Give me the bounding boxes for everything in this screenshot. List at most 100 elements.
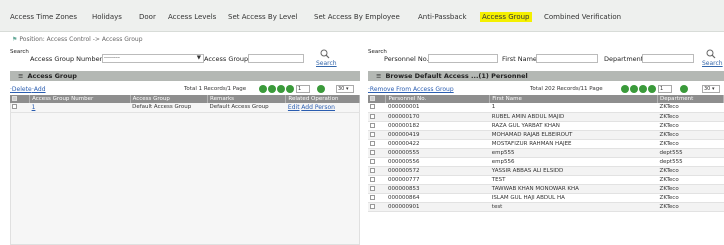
- col-header[interactable]: Department: [657, 95, 724, 103]
- col-header[interactable]: Access Group Number: [29, 95, 131, 103]
- col-header[interactable]: Remarks: [207, 95, 287, 103]
- access-group-number-link[interactable]: 1: [32, 104, 36, 111]
- row-checkbox[interactable]: [368, 202, 386, 212]
- table-row[interactable]: 1 Default Access Group Default Access Gr…: [10, 103, 360, 113]
- remove-from-access-group-link[interactable]: ·Remove From Access Group: [368, 86, 454, 93]
- row-checkbox[interactable]: [368, 121, 386, 131]
- add-person-link[interactable]: Add Person: [301, 104, 335, 111]
- add-link[interactable]: ·Add: [32, 86, 46, 93]
- row-checkbox[interactable]: [368, 166, 386, 176]
- cell-personnel-no: 000000001: [385, 103, 490, 113]
- total-records-text: Total 202 Records/11 Page: [530, 86, 603, 92]
- table-row[interactable]: 000000170 RUBEL AMIN ABDUL MAJID ZKTeco: [368, 112, 724, 122]
- table-row[interactable]: 000000572 YASSIR ABBAS ALI ELSIDD ZKTeco: [368, 166, 724, 176]
- personnel-title-bar: ≡ Browse Default Access ...(1) Personnel: [368, 71, 724, 81]
- cell-first-name: test: [489, 202, 658, 212]
- per-page-select[interactable]: 30 ▾: [336, 85, 354, 93]
- tab-access-group[interactable]: Access Group: [480, 12, 532, 22]
- row-checkbox[interactable]: [10, 103, 30, 113]
- breadcrumb: ⚑ Position: Access Control -> Access Grou…: [12, 36, 143, 43]
- left-toolbar: ·Delete ·Add Total 1 Records/1 Page 1 30…: [10, 84, 360, 95]
- tab-combined-verification[interactable]: Combined Verification: [544, 13, 621, 21]
- table-row[interactable]: 000000182 RAZA GUL YARBAT KHAN ZKTeco: [368, 121, 724, 131]
- table-header-row: Access Group Number Access Group Remarks…: [10, 95, 360, 103]
- collapse-icon[interactable]: ≡: [18, 72, 23, 80]
- search-link[interactable]: Search: [702, 60, 723, 67]
- table-row[interactable]: 000000777 TEST ZKTeco: [368, 175, 724, 185]
- cell-first-name: emp555: [489, 148, 658, 158]
- page-number-input[interactable]: 1: [296, 85, 310, 93]
- cell-department: ZKTeco: [657, 121, 724, 131]
- select-all-checkbox[interactable]: [368, 95, 387, 103]
- cell-first-name: MOSTAFIZUR RAHMAN HAJEE: [489, 139, 658, 149]
- cell-first-name: MOHAMAD RAJAB ELBEIROUT: [489, 130, 658, 140]
- collapse-icon[interactable]: ≡: [376, 72, 381, 80]
- tab-holidays[interactable]: Holidays: [92, 13, 122, 21]
- row-checkbox[interactable]: [368, 103, 386, 113]
- table-row[interactable]: 000000853 TAWWAB KHAN MONOWAR KHA ZKTeco: [368, 184, 724, 194]
- cell-department: ZKTeco: [657, 103, 724, 113]
- col-header[interactable]: Access Group: [130, 95, 209, 103]
- page-number-input[interactable]: 1: [658, 85, 672, 93]
- tab-anti-passback[interactable]: Anti-Passback: [418, 13, 467, 21]
- department-input[interactable]: [642, 54, 694, 63]
- col-header[interactable]: Related Operation: [285, 95, 360, 103]
- cell-personnel-no: 000000555: [385, 148, 490, 158]
- access-group-input[interactable]: [248, 54, 304, 63]
- select-all-checkbox[interactable]: [10, 95, 31, 103]
- prev-page-icon[interactable]: [268, 85, 276, 93]
- cell-first-name: emp556: [489, 157, 658, 167]
- cell-personnel-no: 000000853: [385, 184, 490, 194]
- first-page-icon[interactable]: [621, 85, 629, 93]
- row-checkbox[interactable]: [368, 148, 386, 158]
- row-checkbox[interactable]: [368, 112, 386, 122]
- last-page-icon[interactable]: [648, 85, 656, 93]
- personnel-no-input[interactable]: [428, 54, 498, 63]
- row-checkbox[interactable]: [368, 184, 386, 194]
- go-page-icon[interactable]: [680, 85, 688, 93]
- go-page-icon[interactable]: [317, 85, 325, 93]
- tab-access-levels[interactable]: Access Levels: [168, 13, 216, 21]
- search-icon[interactable]: [320, 49, 330, 59]
- table-row[interactable]: 000000422 MOSTAFIZUR RAHMAN HAJEE ZKTeco: [368, 139, 724, 149]
- row-checkbox[interactable]: [368, 130, 386, 140]
- col-header[interactable]: Personnel No.: [385, 95, 491, 103]
- row-checkbox[interactable]: [368, 157, 386, 167]
- delete-link[interactable]: ·Delete: [10, 86, 32, 93]
- next-page-icon[interactable]: [639, 85, 647, 93]
- location-pin-icon: ⚑: [12, 36, 18, 43]
- table-row[interactable]: 000000864 ISLAM GUL HAJI ABDUL HA ZKTeco: [368, 193, 724, 203]
- table-row[interactable]: 000000555 emp555 dept555: [368, 148, 724, 158]
- per-page-select[interactable]: 30 ▾: [702, 85, 720, 93]
- edit-link[interactable]: Edit: [288, 104, 300, 111]
- prev-page-icon[interactable]: [630, 85, 638, 93]
- panel-title: Browse Default Access ...(1) Personnel: [385, 72, 528, 80]
- cell-first-name: RUBEL AMIN ABDUL MAJID: [489, 112, 658, 122]
- row-checkbox[interactable]: [368, 139, 386, 149]
- tab-set-access-by-level[interactable]: Set Access By Level: [228, 13, 298, 21]
- last-page-icon[interactable]: [286, 85, 294, 93]
- search-link[interactable]: Search: [316, 60, 337, 67]
- search-icon[interactable]: [706, 49, 716, 59]
- row-checkbox[interactable]: [368, 193, 386, 203]
- access-group-number-select[interactable]: -------- ▼: [102, 54, 204, 63]
- tab-access-time-zones[interactable]: Access Time Zones: [10, 13, 77, 21]
- row-checkbox[interactable]: [368, 175, 386, 185]
- col-header[interactable]: First Name: [489, 95, 659, 103]
- first-name-input[interactable]: [536, 54, 598, 63]
- table-row[interactable]: 000000901 test ZKTeco: [368, 202, 724, 212]
- panel-title: Access Group: [27, 72, 77, 80]
- tab-door[interactable]: Door: [139, 13, 156, 21]
- cell-personnel-no: 000000572: [385, 166, 490, 176]
- table-row[interactable]: 000000001 1 ZKTeco: [368, 103, 724, 113]
- next-page-icon[interactable]: [277, 85, 285, 93]
- table-row[interactable]: 000000556 emp556 dept555: [368, 157, 724, 167]
- tab-set-access-by-employee[interactable]: Set Access By Employee: [314, 13, 400, 21]
- cell-first-name: RAZA GUL YARBAT KHAN: [489, 121, 658, 131]
- dropdown-arrow-icon: ▼: [196, 55, 201, 61]
- access-group-label: Access Group: [204, 55, 249, 63]
- first-page-icon[interactable]: [259, 85, 267, 93]
- table-row[interactable]: 000000419 MOHAMAD RAJAB ELBEIROUT ZKTeco: [368, 130, 724, 140]
- cell-department: ZKTeco: [657, 139, 724, 149]
- cell-personnel-no: 000000182: [385, 121, 490, 131]
